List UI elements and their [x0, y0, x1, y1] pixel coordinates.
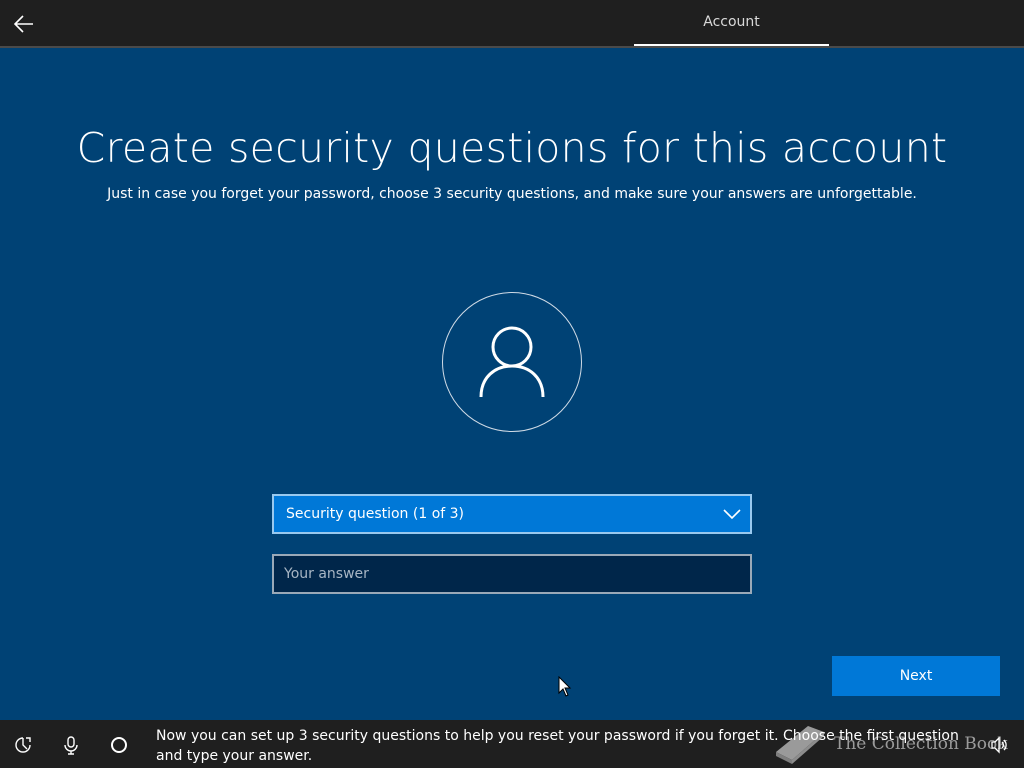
ease-of-access-button[interactable]	[12, 734, 34, 756]
microphone-icon	[64, 736, 78, 755]
answer-input[interactable]	[272, 554, 752, 594]
security-question-dropdown[interactable]: Security question (1 of 3)	[272, 494, 752, 534]
page-title: Create security questions for this accou…	[76, 124, 948, 172]
back-button[interactable]	[8, 8, 40, 40]
cortana-button[interactable]	[108, 734, 130, 756]
cortana-icon	[111, 737, 127, 753]
page-subtitle: Just in case you forget your password, c…	[107, 186, 917, 202]
security-question-selected: Security question (1 of 3)	[286, 506, 465, 522]
microphone-button[interactable]	[60, 734, 82, 756]
ease-of-access-icon	[15, 737, 31, 753]
back-arrow-icon	[14, 15, 33, 33]
volume-icon	[991, 736, 1007, 754]
bottom-bar: Now you can set up 3 security questions …	[0, 720, 1024, 768]
tab-account: Account	[634, 0, 829, 46]
volume-button[interactable]	[988, 734, 1010, 756]
narration-text: Now you can set up 3 security questions …	[156, 728, 959, 764]
avatar	[442, 292, 582, 432]
next-button[interactable]: Next	[832, 656, 1000, 696]
user-icon	[479, 326, 545, 398]
chevron-down-icon	[723, 509, 741, 520]
mouse-cursor-icon	[558, 676, 572, 697]
top-bar: Account	[0, 0, 1024, 48]
